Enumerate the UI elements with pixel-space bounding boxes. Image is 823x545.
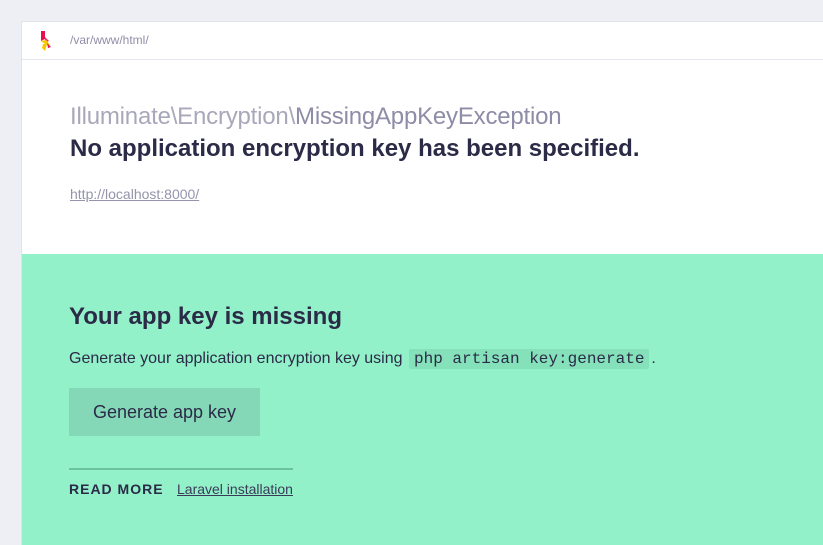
solution-panel: Your app key is missing Generate your ap… (22, 254, 823, 545)
generate-app-key-button[interactable]: Generate app key (69, 388, 260, 436)
exception-message: No application encryption key has been s… (70, 135, 640, 162)
artisan-command: php artisan key:generate (408, 349, 650, 369)
top-bar: /var/www/html/ (22, 22, 823, 60)
solution-description: Generate your application encryption key… (69, 349, 656, 369)
solution-description-suffix: . (651, 350, 656, 367)
exception-namespace: Illuminate\Encryption\ (70, 103, 296, 130)
exception-class: Illuminate\Encryption\MissingAppKeyExcep… (70, 103, 562, 131)
solution-title: Your app key is missing (69, 303, 342, 330)
error-card: /var/www/html/ Illuminate\Encryption\Mis… (21, 21, 823, 545)
read-more-label: READ MORE (69, 481, 164, 497)
laravel-installation-link[interactable]: Laravel installation (177, 481, 293, 497)
solution-description-text: Generate your application encryption key… (69, 350, 403, 367)
request-url-link[interactable]: http://localhost:8000/ (70, 186, 199, 202)
app-path: /var/www/html/ (70, 33, 149, 47)
ignition-logo-icon (41, 31, 51, 51)
divider (69, 468, 293, 470)
exception-class-name: MissingAppKeyException (295, 103, 562, 130)
